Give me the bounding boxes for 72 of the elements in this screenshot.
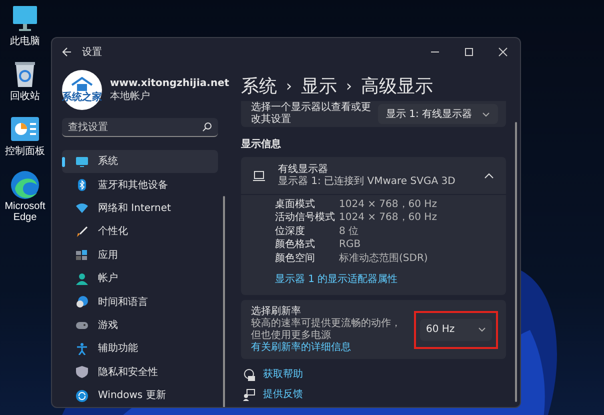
- info-label: 颜色格式: [275, 238, 316, 252]
- breadcrumb-separator: ›: [286, 76, 292, 97]
- display-dropdown[interactable]: 显示 1: 有线显示器: [378, 104, 498, 124]
- info-label: 活动信号模式: [275, 211, 336, 225]
- display-name: 有线显示器: [278, 164, 329, 176]
- search-icon: [202, 122, 212, 132]
- desktop-icon-label[interactable]: 回收站: [0, 91, 50, 102]
- laptop-icon: [253, 170, 265, 180]
- breadcrumb-separator: ›: [346, 76, 352, 97]
- sidebar-item[interactable]: Windows 更新: [62, 384, 218, 407]
- info-value: 标准动态范围(SDR): [339, 252, 428, 266]
- desktop-icon-label[interactable]: Microsoft Edge: [0, 201, 50, 223]
- person-icon: [76, 272, 88, 285]
- sidebar-item[interactable]: 游戏: [62, 314, 218, 338]
- section-heading: 显示信息: [241, 138, 282, 152]
- sidebar-item[interactable]: 应用: [62, 244, 218, 267]
- wifi-icon: [76, 202, 88, 214]
- page-title: 高级显示: [361, 74, 433, 98]
- chevron-down-icon: [478, 327, 486, 332]
- scrollbar[interactable]: [223, 196, 225, 407]
- adapter-properties-link[interactable]: 显示器 1 的显示适配器属性: [275, 274, 398, 286]
- sidebar-item[interactable]: 帐户: [62, 266, 218, 290]
- house-logo-icon: [71, 77, 93, 91]
- desktop-icon-label[interactable]: 此电脑: [0, 36, 50, 47]
- sidebar-item[interactable]: 时间和语言: [62, 290, 218, 314]
- window-title: 设置: [82, 46, 102, 60]
- chevron-up-icon[interactable]: [484, 172, 494, 178]
- sidebar-item[interactable]: 蓝牙和其他设备: [62, 173, 218, 197]
- info-label: 位深度: [275, 224, 306, 238]
- update-icon: [76, 390, 88, 402]
- apps-icon: [76, 249, 88, 262]
- sidebar-item[interactable]: 个性化: [62, 220, 218, 244]
- info-value: 1024 × 768，60 Hz: [339, 198, 437, 212]
- info-label: 颜色空间: [275, 252, 316, 266]
- gamepad-icon: [76, 319, 88, 332]
- shield-icon: [76, 366, 88, 378]
- refresh-rate-dropdown[interactable]: 60 Hz: [420, 318, 492, 341]
- profile-name: www.xitongzhijia.net: [110, 77, 230, 90]
- info-value: 1024 × 768，60 Hz: [339, 211, 437, 225]
- search-field[interactable]: 查找设置: [62, 118, 218, 137]
- help-link[interactable]: 提供反馈: [263, 387, 303, 402]
- bluetooth-icon: [76, 179, 88, 192]
- accessibility-icon: [76, 342, 88, 355]
- help-link[interactable]: 获取帮助: [263, 367, 303, 382]
- scrollbar[interactable]: [515, 122, 517, 402]
- setting-title: 选择刷新率: [251, 305, 302, 318]
- chevron-down-icon: [482, 112, 490, 116]
- help-chat-icon: [243, 368, 255, 381]
- account-type: 本地帐户: [110, 90, 151, 103]
- info-value: RGB: [339, 238, 361, 252]
- maximize-icon: [464, 47, 474, 57]
- brush-icon: [76, 226, 88, 238]
- sidebar-item[interactable]: 网络和 Internet: [62, 196, 218, 220]
- globe-clock-icon: [76, 296, 88, 308]
- sidebar-item[interactable]: 隐私和安全性: [62, 360, 218, 384]
- refresh-rate-info-link[interactable]: 有关刷新率的详细信息: [251, 342, 351, 354]
- breadcrumb-link[interactable]: 显示: [301, 72, 337, 100]
- display-connection: 显示器 1: 已连接到 VMware SVGA 3D: [278, 176, 456, 188]
- feedback-icon: [243, 388, 255, 401]
- close-icon: [498, 47, 508, 57]
- control-panel-icon[interactable]: [9, 114, 41, 144]
- desktop-icon-label[interactable]: 控制面板: [0, 146, 50, 157]
- sidebar-item[interactable]: 系统: [62, 150, 218, 174]
- sidebar-item[interactable]: 辅助功能: [62, 337, 218, 361]
- browser-icon[interactable]: [9, 169, 41, 199]
- setting-label: 选择一个显示器以查看或更改其设置: [251, 102, 372, 126]
- back-arrow-icon[interactable]: [62, 47, 72, 57]
- monitor-icon: [76, 156, 88, 168]
- info-label: 桌面模式: [275, 198, 315, 212]
- info-value: 8 位: [339, 224, 359, 238]
- setting-description: 较高的速率可提供更流畅的动作，但也使用更多电源 有关刷新率的详细信息: [251, 318, 402, 354]
- breadcrumb-link[interactable]: 系统: [241, 72, 277, 100]
